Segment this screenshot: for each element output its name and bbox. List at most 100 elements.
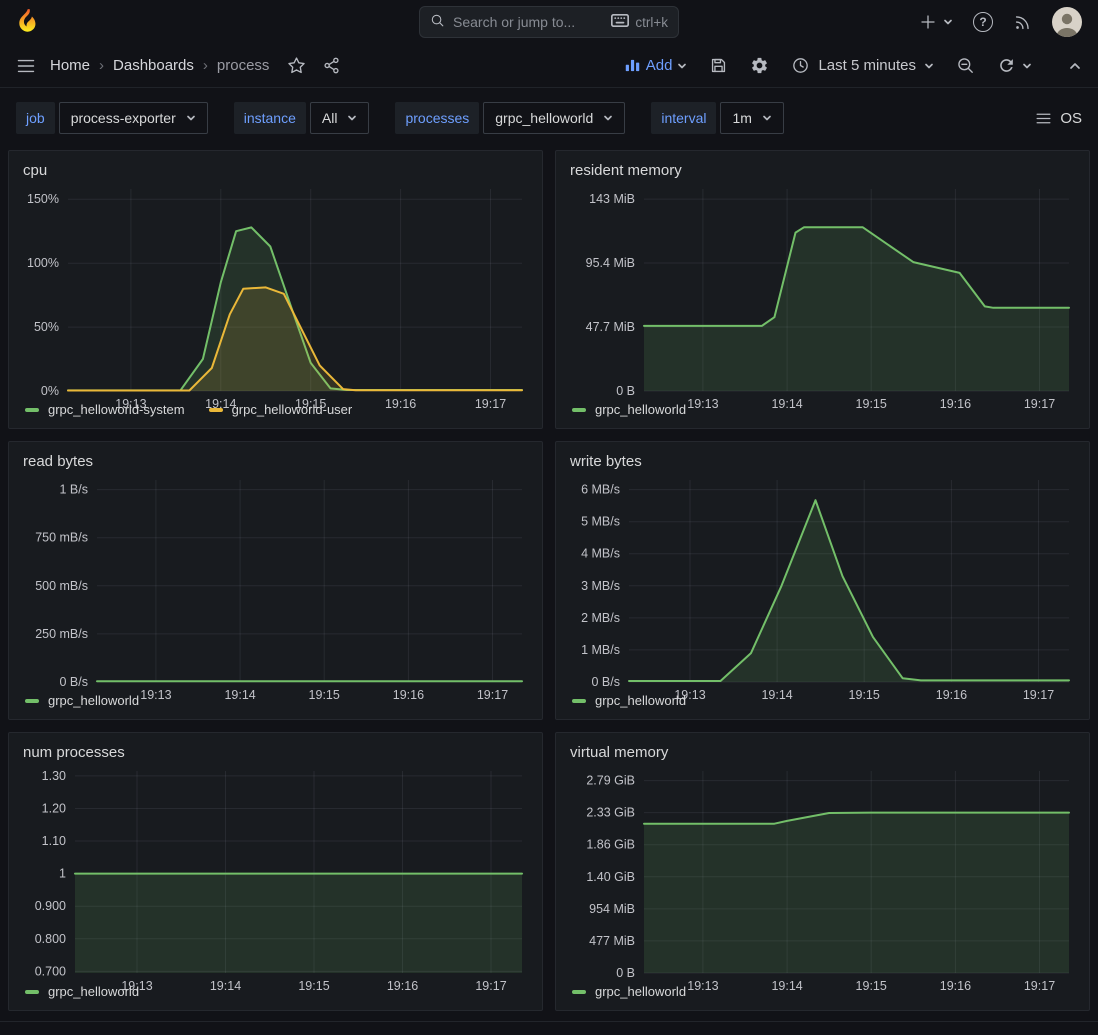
- favorite-star-button[interactable]: [287, 56, 306, 75]
- series-name: grpc_helloworld: [595, 984, 686, 999]
- svg-text:1.20: 1.20: [42, 802, 66, 816]
- svg-text:143 MiB: 143 MiB: [589, 192, 635, 206]
- variable-value-job[interactable]: process-exporter: [59, 102, 208, 134]
- add-panel-button[interactable]: Add: [624, 57, 688, 74]
- chart-canvas[interactable]: 0 B477 MiB954 MiB1.40 GiB1.86 GiB2.33 Gi…: [566, 763, 1079, 997]
- resident-memory-chart[interactable]: 0 B47.7 MiB95.4 MiB143 MiB19:1319:1419:1…: [566, 181, 1079, 400]
- search-shortcut-text: ctrl+k: [635, 15, 668, 30]
- svg-text:3 MB/s: 3 MB/s: [581, 579, 620, 593]
- series-name: grpc_helloworld: [595, 693, 686, 708]
- svg-text:0 B/s: 0 B/s: [592, 675, 621, 689]
- legend-item[interactable]: grpc_helloworld-user: [209, 402, 353, 417]
- panel-title-resident-memory[interactable]: resident memory: [566, 157, 1079, 181]
- panel-title-num-processes[interactable]: num processes: [19, 739, 532, 763]
- variable-value-instance[interactable]: All: [310, 102, 370, 134]
- cpu-chart[interactable]: 0%50%100%150%19:1319:1419:1519:1619:17: [19, 181, 532, 400]
- legend-item[interactable]: grpc_helloworld: [572, 984, 686, 999]
- search-shortcut-hint: ctrl+k: [611, 14, 668, 30]
- chevron-down-icon: [924, 61, 934, 71]
- chevron-down-icon: [347, 113, 357, 123]
- rss-icon: [1013, 13, 1032, 32]
- legend-item[interactable]: grpc_helloworld: [572, 402, 686, 417]
- help-button[interactable]: ?: [973, 12, 993, 32]
- virtual-memory-legend: grpc_helloworld: [566, 982, 1079, 1006]
- dashboard-settings-button[interactable]: [750, 56, 769, 75]
- series-color-dash: [572, 408, 586, 412]
- panel-write-bytes: write bytes 0 B/s1 MB/s2 MB/s3 MB/s4 MB/…: [555, 441, 1090, 720]
- svg-text:1: 1: [59, 867, 66, 881]
- grafana-logo[interactable]: [16, 8, 42, 36]
- svg-text:100%: 100%: [27, 256, 59, 270]
- num-processes-chart[interactable]: 0.7000.8000.90011.101.201.3019:1319:1419…: [19, 763, 532, 982]
- variable-job: job process-exporter: [16, 102, 208, 134]
- mega-menu-toggle[interactable]: [16, 56, 36, 76]
- search-box[interactable]: ctrl+k: [419, 6, 679, 38]
- top-bar: ctrl+k ?: [0, 0, 1098, 44]
- series-color-dash: [25, 699, 39, 703]
- panel-title-read-bytes[interactable]: read bytes: [19, 448, 532, 472]
- keyboard-icon: [611, 14, 629, 30]
- save-dashboard-button[interactable]: [709, 56, 728, 75]
- svg-text:95.4 MiB: 95.4 MiB: [586, 256, 635, 270]
- panel-title-virtual-memory[interactable]: virtual memory: [566, 739, 1079, 763]
- resident-memory-legend: grpc_helloworld: [566, 400, 1079, 424]
- chart-canvas[interactable]: 0%50%100%150%19:1319:1419:1519:1619:17: [19, 181, 532, 415]
- breadcrumb-separator: ›: [99, 57, 104, 74]
- svg-text:250 mB/s: 250 mB/s: [35, 627, 88, 641]
- news-button[interactable]: [1013, 13, 1032, 32]
- variable-label-instance: instance: [234, 102, 306, 134]
- chart-canvas[interactable]: 0 B/s1 MB/s2 MB/s3 MB/s4 MB/s5 MB/s6 MB/…: [566, 472, 1079, 706]
- panel-cpu: cpu 0%50%100%150%19:1319:1419:1519:1619:…: [8, 150, 543, 429]
- svg-text:2 MB/s: 2 MB/s: [581, 611, 620, 625]
- panel-title-write-bytes[interactable]: write bytes: [566, 448, 1079, 472]
- breadcrumb-home[interactable]: Home: [50, 57, 90, 74]
- star-icon: [287, 56, 306, 75]
- virtual-memory-chart[interactable]: 0 B477 MiB954 MiB1.40 GiB1.86 GiB2.33 Gi…: [566, 763, 1079, 982]
- chart-canvas[interactable]: 0 B/s250 mB/s500 mB/s750 mB/s1 B/s19:131…: [19, 472, 532, 706]
- series-color-dash: [209, 408, 223, 412]
- svg-text:1 B/s: 1 B/s: [60, 483, 89, 497]
- legend-item[interactable]: grpc_helloworld-system: [25, 402, 185, 417]
- svg-text:500 mB/s: 500 mB/s: [35, 579, 88, 593]
- chevron-down-icon: [186, 113, 196, 123]
- legend-item[interactable]: grpc_helloworld: [572, 693, 686, 708]
- variable-interval: interval 1m: [651, 102, 784, 134]
- dashboard-panel-grid: cpu 0%50%100%150%19:1319:1419:1519:1619:…: [0, 150, 1098, 1011]
- read-bytes-chart[interactable]: 0 B/s250 mB/s500 mB/s750 mB/s1 B/s19:131…: [19, 472, 532, 691]
- breadcrumb: Home › Dashboards › process: [50, 57, 269, 74]
- svg-text:1.10: 1.10: [42, 834, 66, 848]
- search-icon: [430, 13, 445, 31]
- panel-title-cpu[interactable]: cpu: [19, 157, 532, 181]
- zoom-out-icon: [956, 56, 975, 75]
- variable-instance: instance All: [234, 102, 370, 134]
- dashboard-nav-bar: Home › Dashboards › process Add Last 5 m…: [0, 44, 1098, 88]
- variables-bar: job process-exporter instance All proces…: [0, 88, 1098, 146]
- user-profile-button[interactable]: [1052, 7, 1082, 37]
- series-name: grpc_helloworld-user: [232, 402, 353, 417]
- svg-text:0 B: 0 B: [616, 384, 635, 398]
- breadcrumb-dashboards[interactable]: Dashboards: [113, 57, 194, 74]
- variable-value-processes[interactable]: grpc_helloworld: [483, 102, 625, 134]
- chart-canvas[interactable]: 0 B47.7 MiB95.4 MiB143 MiB19:1319:1419:1…: [566, 181, 1079, 415]
- svg-text:50%: 50%: [34, 320, 59, 334]
- collapse-toolbar-button[interactable]: [1068, 59, 1082, 73]
- new-dropdown-button[interactable]: [919, 13, 953, 31]
- os-row-toggle[interactable]: OS: [1035, 110, 1082, 127]
- share-button[interactable]: [322, 56, 341, 75]
- variable-value-interval[interactable]: 1m: [720, 102, 783, 134]
- write-bytes-chart[interactable]: 0 B/s1 MB/s2 MB/s3 MB/s4 MB/s5 MB/s6 MB/…: [566, 472, 1079, 691]
- num-processes-legend: grpc_helloworld: [19, 982, 532, 1006]
- search-input[interactable]: [453, 14, 603, 30]
- svg-text:1 MB/s: 1 MB/s: [581, 643, 620, 657]
- legend-item[interactable]: grpc_helloworld: [25, 693, 139, 708]
- time-range-picker[interactable]: Last 5 minutes: [791, 56, 934, 75]
- variable-value-text: process-exporter: [71, 110, 176, 126]
- refresh-icon: [997, 56, 1016, 75]
- refresh-button[interactable]: [997, 56, 1032, 75]
- variable-label-interval: interval: [651, 102, 716, 134]
- chart-canvas[interactable]: 0.7000.8000.90011.101.201.3019:1319:1419…: [19, 763, 532, 997]
- zoom-out-time-button[interactable]: [956, 56, 975, 75]
- series-name: grpc_helloworld-system: [48, 402, 185, 417]
- plus-icon: [919, 13, 937, 31]
- legend-item[interactable]: grpc_helloworld: [25, 984, 139, 999]
